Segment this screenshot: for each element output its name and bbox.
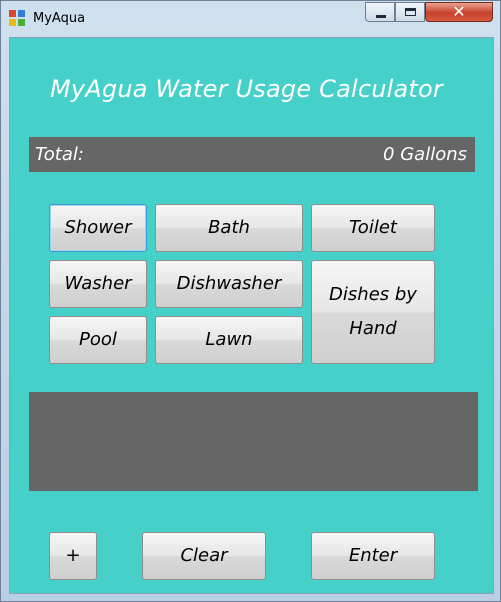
- enter-button[interactable]: Enter: [311, 532, 435, 580]
- toilet-button[interactable]: Toilet: [311, 204, 435, 252]
- pool-button[interactable]: Pool: [49, 316, 147, 364]
- app-icon: [9, 10, 27, 28]
- close-button[interactable]: ✕: [425, 2, 493, 22]
- washer-button[interactable]: Washer: [49, 260, 147, 308]
- app-icon-square-red: [9, 10, 16, 17]
- maximize-button[interactable]: [395, 2, 425, 22]
- lawn-button[interactable]: Lawn: [155, 316, 303, 364]
- minimize-button[interactable]: [365, 2, 395, 22]
- usage-display-panel: [29, 392, 478, 491]
- page-title: MyAgua Water Usage Calculator: [50, 75, 443, 103]
- total-value: 0 Gallons: [383, 144, 467, 165]
- app-icon-square-green: [18, 19, 25, 26]
- bath-button[interactable]: Bath: [155, 204, 303, 252]
- maximize-icon: [405, 8, 416, 16]
- window-title: MyAqua: [33, 11, 86, 26]
- dishwasher-button[interactable]: Dishwasher: [155, 260, 303, 308]
- shower-button[interactable]: Shower: [49, 204, 147, 252]
- app-window: MyAqua ✕ MyAgua Water Usage Calculator T…: [0, 0, 501, 602]
- form-client-area: MyAgua Water Usage Calculator Total: 0 G…: [9, 37, 494, 594]
- title-bar[interactable]: MyAqua ✕: [1, 1, 500, 37]
- app-icon-square-yellow: [9, 19, 16, 26]
- close-icon: ✕: [452, 2, 466, 21]
- dishes-by-hand-button[interactable]: Dishes by Hand: [311, 260, 435, 364]
- app-icon-square-blue: [18, 10, 25, 17]
- clear-button[interactable]: Clear: [142, 532, 266, 580]
- minimize-icon: [376, 15, 386, 18]
- add-button[interactable]: +: [49, 532, 97, 580]
- total-label: Total:: [35, 144, 84, 165]
- total-bar: Total: 0 Gallons: [29, 137, 475, 172]
